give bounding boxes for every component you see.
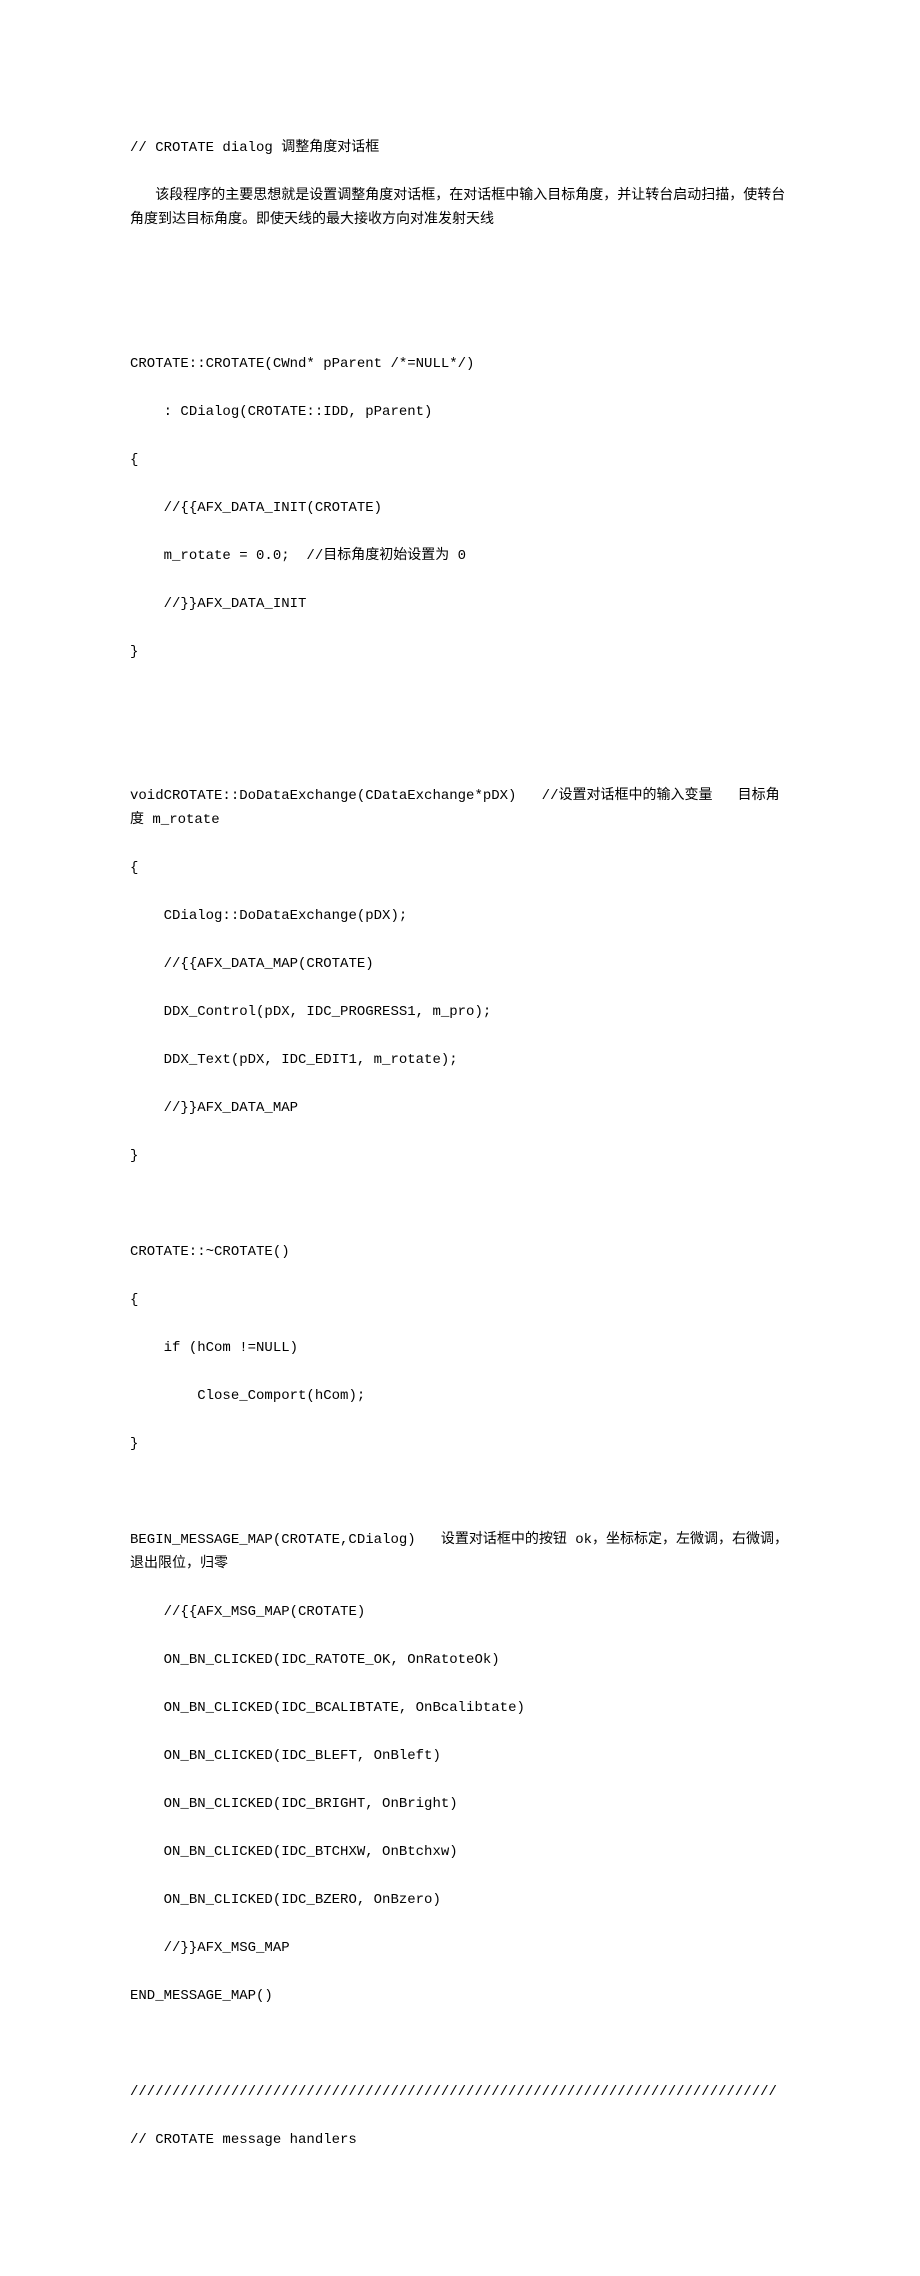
- code-line: [130, 688, 790, 712]
- code-line: ////////////////////////////////////////…: [130, 2080, 790, 2104]
- code-line: {: [130, 1288, 790, 1312]
- code-line: ON_BN_CLICKED(IDC_BZERO, OnBzero): [130, 1888, 790, 1912]
- code-line: CDialog::DoDataExchange(pDX);: [130, 904, 790, 928]
- code-line: voidCROTATE::DoDataExchange(CDataExchang…: [130, 784, 790, 832]
- code-line: DDX_Text(pDX, IDC_EDIT1, m_rotate);: [130, 1048, 790, 1072]
- code-line: if (hCom !=NULL): [130, 1336, 790, 1360]
- code-line: : CDialog(CROTATE::IDD, pParent): [130, 400, 790, 424]
- code-line: ON_BN_CLICKED(IDC_RATOTE_OK, OnRatoteOk): [130, 1648, 790, 1672]
- code-line: [130, 304, 790, 328]
- code-line: [130, 2032, 790, 2056]
- code-line: //}}AFX_MSG_MAP: [130, 1936, 790, 1960]
- code-line: //}}AFX_DATA_MAP: [130, 1096, 790, 1120]
- code-line: [130, 736, 790, 760]
- code-line: Close_Comport(hCom);: [130, 1384, 790, 1408]
- code-line: ON_BN_CLICKED(IDC_BCALIBTATE, OnBcalibta…: [130, 1696, 790, 1720]
- code-line: ON_BN_CLICKED(IDC_BLEFT, OnBleft): [130, 1744, 790, 1768]
- code-line: CROTATE::~CROTATE(): [130, 1240, 790, 1264]
- code-line: //}}AFX_DATA_INIT: [130, 592, 790, 616]
- code-line: {: [130, 856, 790, 880]
- code-line: CROTATE::CROTATE(CWnd* pParent /*=NULL*/…: [130, 352, 790, 376]
- code-document: // CROTATE dialog 调整角度对话框 该段程序的主要思想就是设置调…: [130, 112, 790, 2176]
- code-line: ON_BN_CLICKED(IDC_BTCHXW, OnBtchxw): [130, 1840, 790, 1864]
- code-line: [130, 1480, 790, 1504]
- code-line: BEGIN_MESSAGE_MAP(CROTATE,CDialog) 设置对话框…: [130, 1528, 790, 1576]
- code-line: // CROTATE dialog 调整角度对话框: [130, 136, 790, 160]
- code-line: // CROTATE message handlers: [130, 2128, 790, 2152]
- code-line: END_MESSAGE_MAP(): [130, 1984, 790, 2008]
- code-line: 该段程序的主要思想就是设置调整角度对话框，在对话框中输入目标角度，并让转台启动扫…: [130, 184, 790, 232]
- code-line: //{{AFX_DATA_MAP(CROTATE): [130, 952, 790, 976]
- code-line: [130, 1192, 790, 1216]
- code-line: //{{AFX_MSG_MAP(CROTATE): [130, 1600, 790, 1624]
- code-line: {: [130, 448, 790, 472]
- code-line: }: [130, 1432, 790, 1456]
- code-line: m_rotate = 0.0; //目标角度初始设置为 0: [130, 544, 790, 568]
- code-line: }: [130, 640, 790, 664]
- code-line: //{{AFX_DATA_INIT(CROTATE): [130, 496, 790, 520]
- code-line: [130, 256, 790, 280]
- code-line: ON_BN_CLICKED(IDC_BRIGHT, OnBright): [130, 1792, 790, 1816]
- code-line: DDX_Control(pDX, IDC_PROGRESS1, m_pro);: [130, 1000, 790, 1024]
- code-line: }: [130, 1144, 790, 1168]
